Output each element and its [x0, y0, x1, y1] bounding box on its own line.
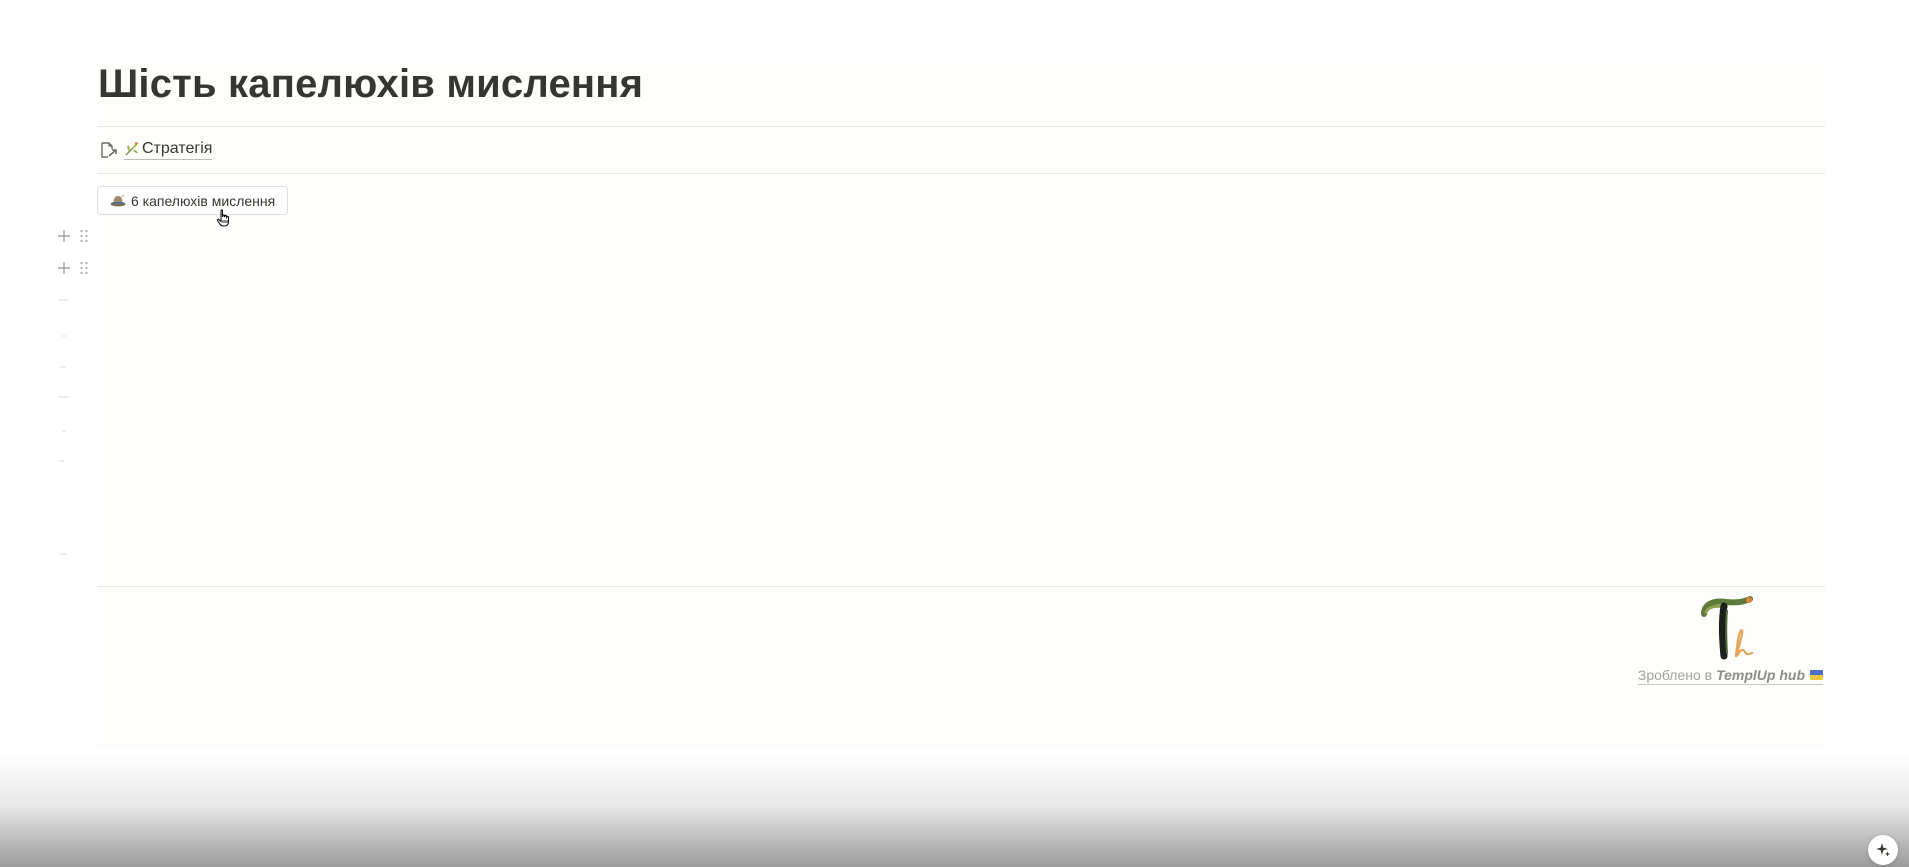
- faded-block-control: [58, 396, 68, 398]
- divider-footer: [97, 586, 1825, 587]
- page-title[interactable]: Шість капелюхів мислення: [98, 62, 643, 107]
- drag-handle-icon[interactable]: [78, 228, 90, 244]
- ai-assistant-button[interactable]: [1868, 835, 1898, 865]
- relation-property: Стратегія: [98, 138, 213, 162]
- drag-handle-icon[interactable]: [78, 260, 90, 276]
- faded-block-control: [62, 430, 66, 432]
- faded-block-control: [60, 553, 66, 555]
- plus-icon[interactable]: [56, 228, 72, 244]
- relation-link-label: Стратегія: [142, 140, 213, 157]
- plus-icon[interactable]: [56, 260, 72, 276]
- divider-top: [97, 126, 1825, 127]
- bottom-gradient-overlay: [0, 752, 1909, 867]
- relation-link-strategy[interactable]: Стратегія: [124, 140, 213, 160]
- templup-logo: [1701, 596, 1754, 660]
- faded-block-control: [60, 460, 64, 462]
- ukraine-flag-icon: [1810, 670, 1823, 680]
- divider-properties: [97, 173, 1825, 174]
- faded-block-control: [62, 335, 66, 337]
- footer-credit-link[interactable]: Зроблено в TemplUp hub: [1637, 667, 1823, 685]
- leaf-icon: [124, 141, 140, 157]
- block-controls-2: [56, 260, 90, 276]
- faded-block-control: [60, 366, 66, 368]
- page-link-arrow-icon: [98, 140, 120, 160]
- six-hats-button-label: 6 капелюхів мислення: [131, 192, 276, 209]
- footer-credit-prefix: Зроблено в: [1637, 667, 1713, 683]
- page-content-area: [97, 58, 1825, 748]
- faded-block-control: [58, 299, 68, 301]
- block-controls-1: [56, 228, 90, 244]
- six-hats-button[interactable]: 6 капелюхів мислення: [97, 186, 289, 215]
- page: Шість капелюхів мислення Стратегія 6 кап…: [0, 0, 1909, 867]
- hat-icon: [110, 194, 126, 208]
- hand-cursor-icon: [216, 209, 230, 227]
- sparkle-icon: [1876, 843, 1890, 857]
- footer-credit-brand: TemplUp hub: [1716, 667, 1805, 683]
